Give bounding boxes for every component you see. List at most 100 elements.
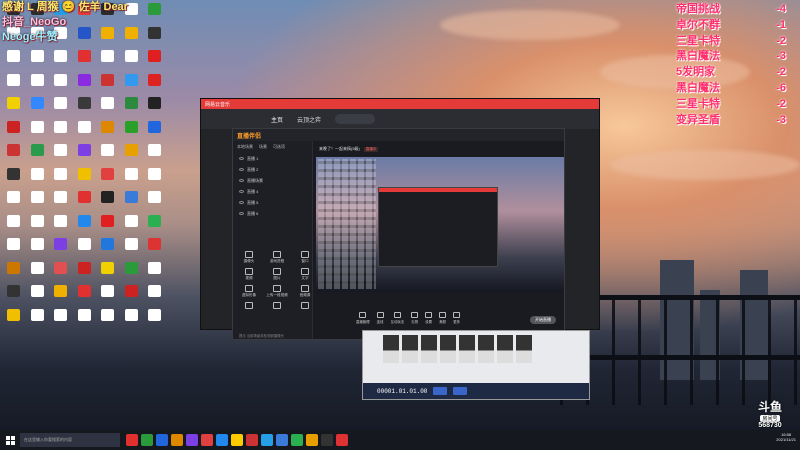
taskbar-app-icon[interactable] <box>261 434 273 446</box>
desktop-icon[interactable] <box>120 167 144 191</box>
desktop-icon[interactable] <box>96 96 120 120</box>
music-title-bar[interactable]: 网易云音乐 <box>201 99 599 109</box>
scene-item[interactable]: 直播 2 <box>233 164 312 175</box>
toolbar-button[interactable]: 更多 <box>453 312 461 324</box>
taskbar-clock[interactable]: 16:58 2021/11/21 <box>776 432 796 442</box>
desktop-icon[interactable] <box>143 261 167 285</box>
desktop-icon[interactable] <box>120 261 144 285</box>
desktop-icon[interactable] <box>120 308 144 332</box>
desktop-icon[interactable] <box>73 96 97 120</box>
desktop-icon[interactable] <box>26 214 50 238</box>
desktop-icon[interactable] <box>120 96 144 120</box>
start-button[interactable] <box>0 430 20 450</box>
desktop-icon[interactable] <box>2 261 26 285</box>
start-live-button[interactable]: 开始直播 <box>530 316 556 324</box>
taskbar-app-icon[interactable] <box>216 434 228 446</box>
eye-icon[interactable] <box>239 190 244 193</box>
source-button[interactable]: 图片 <box>265 268 289 281</box>
toolbar-button[interactable]: 设置 <box>425 312 433 324</box>
desktop-icon[interactable] <box>143 143 167 167</box>
taskbar-app-icon[interactable] <box>156 434 168 446</box>
desktop-icon[interactable] <box>73 190 97 214</box>
desktop-icon[interactable] <box>2 167 26 191</box>
taskbar-app-icon[interactable] <box>126 434 138 446</box>
source-button[interactable]: 上传一段视频 <box>265 285 289 298</box>
desktop-icon[interactable] <box>143 190 167 214</box>
desktop-icon[interactable] <box>26 261 50 285</box>
desktop-icon[interactable] <box>2 96 26 120</box>
scene-item[interactable]: 直播 1 <box>233 153 312 164</box>
desktop-icon[interactable] <box>49 167 73 191</box>
source-button[interactable] <box>237 302 261 310</box>
scene-item[interactable]: 直播 4 <box>233 186 312 197</box>
desktop-icon[interactable] <box>143 49 167 73</box>
scene-panel-tab[interactable]: 场景 <box>259 144 267 150</box>
eye-icon[interactable] <box>239 201 244 204</box>
toolbar-button[interactable]: 礼物 <box>411 312 419 324</box>
taskbar-app-icon[interactable] <box>231 434 243 446</box>
eye-icon[interactable] <box>239 157 244 160</box>
desktop-icon[interactable] <box>2 214 26 238</box>
desktop-icon[interactable] <box>120 49 144 73</box>
toolbar-button[interactable]: 美颜 <box>439 312 447 324</box>
desktop-icon[interactable] <box>26 237 50 261</box>
desktop-icon[interactable] <box>49 308 73 332</box>
desktop-icon[interactable] <box>26 96 50 120</box>
desktop-icon[interactable] <box>26 143 50 167</box>
desktop-icon[interactable] <box>49 190 73 214</box>
taskbar-search-input[interactable]: 在这里输入你要搜索的内容 <box>20 433 120 447</box>
desktop-icon[interactable] <box>120 214 144 238</box>
desktop-icon[interactable] <box>143 214 167 238</box>
desktop-icon[interactable] <box>2 284 26 308</box>
desktop-icon[interactable] <box>73 284 97 308</box>
taskbar-app-icon[interactable] <box>246 434 258 446</box>
desktop-icon[interactable] <box>49 284 73 308</box>
taskbar-app-icon[interactable] <box>321 434 333 446</box>
stream-preview[interactable] <box>316 157 564 292</box>
source-button[interactable]: 音频源 <box>293 285 317 298</box>
taskbar-app-icon[interactable] <box>276 434 288 446</box>
desktop-icon[interactable] <box>96 284 120 308</box>
desktop-icon[interactable] <box>49 49 73 73</box>
desktop-icon[interactable] <box>143 73 167 97</box>
desktop-icon[interactable] <box>49 143 73 167</box>
scene-panel-tab[interactable]: 本地场景 <box>237 144 253 150</box>
desktop-icon[interactable] <box>73 167 97 191</box>
tab-cloud[interactable]: 云顶之弈 <box>297 115 321 124</box>
desktop-icon[interactable] <box>49 261 73 285</box>
desktop-icon[interactable] <box>73 308 97 332</box>
desktop-icon[interactable] <box>120 120 144 144</box>
desktop-icon[interactable] <box>2 49 26 73</box>
taskbar-app-icon[interactable] <box>186 434 198 446</box>
desktop-icon[interactable] <box>26 73 50 97</box>
taskbar-app-icon[interactable] <box>141 434 153 446</box>
desktop-icon[interactable] <box>143 96 167 120</box>
source-button[interactable]: 文字 <box>293 268 317 281</box>
desktop-icon[interactable] <box>96 120 120 144</box>
source-button[interactable] <box>265 302 289 310</box>
desktop-icon[interactable] <box>73 237 97 261</box>
source-button[interactable]: 摄像头 <box>237 251 261 264</box>
desktop-icon[interactable] <box>49 237 73 261</box>
toolbar-button[interactable]: 互动玩法 <box>391 312 404 324</box>
desktop-icon[interactable] <box>2 73 26 97</box>
desktop-icon[interactable] <box>26 284 50 308</box>
desktop-icon[interactable] <box>73 214 97 238</box>
desktop-icon[interactable] <box>120 73 144 97</box>
stream-title[interactable]: 来晚了！一起来搞(5级) <box>319 146 360 152</box>
eye-icon[interactable] <box>239 168 244 171</box>
desktop-icon[interactable] <box>143 167 167 191</box>
desktop-icon[interactable] <box>143 308 167 332</box>
taskbar-app-icon[interactable] <box>291 434 303 446</box>
desktop-icon[interactable] <box>96 73 120 97</box>
tab-home[interactable]: 主页 <box>271 115 283 124</box>
toolbar-button[interactable]: 直播管理 <box>356 312 370 324</box>
desktop-icon[interactable] <box>73 73 97 97</box>
taskbar-app-icon[interactable] <box>201 434 213 446</box>
source-button[interactable]: 虚拟形象 <box>237 285 261 298</box>
desktop-icon[interactable] <box>143 237 167 261</box>
desktop-icon[interactable] <box>26 308 50 332</box>
desktop-icon[interactable] <box>96 143 120 167</box>
desktop-icon[interactable] <box>96 167 120 191</box>
scene-item[interactable]: 直播 5 <box>233 197 312 208</box>
